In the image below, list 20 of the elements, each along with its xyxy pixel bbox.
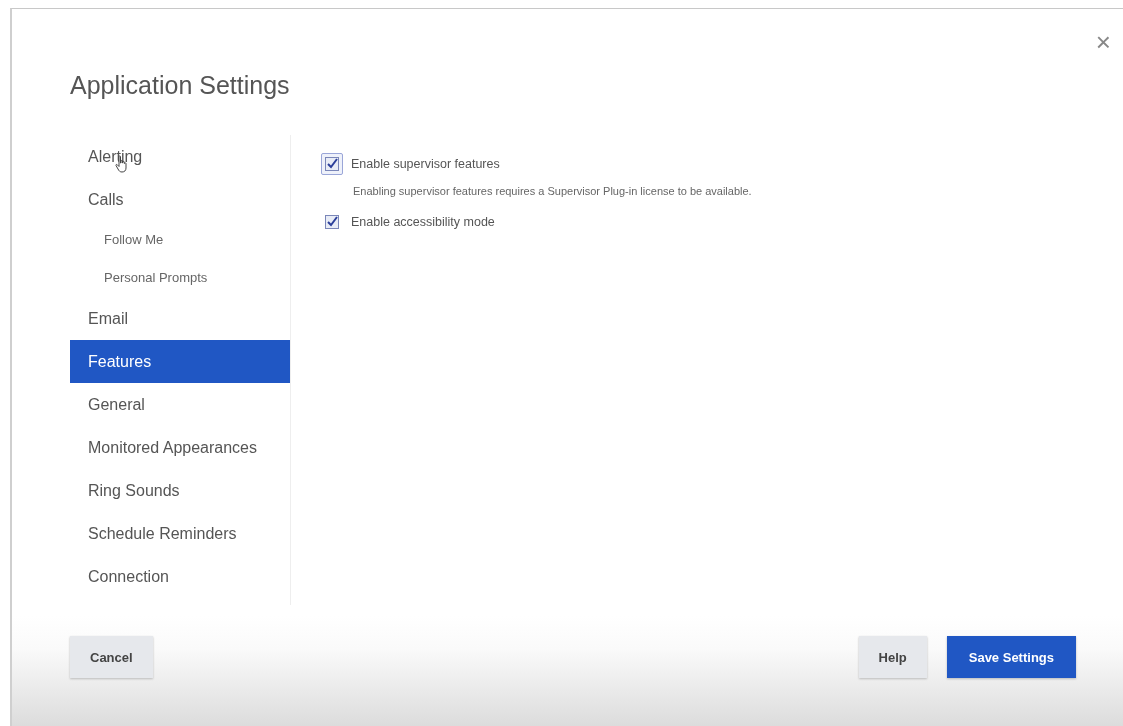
sidebar-subitem[interactable]: Personal Prompts <box>70 259 290 297</box>
sidebar-subitem[interactable]: Follow Me <box>70 221 290 259</box>
sidebar-item[interactable]: Schedule Reminders <box>70 512 290 555</box>
sidebar-item[interactable]: Ring Sounds <box>70 469 290 512</box>
sidebar-item[interactable]: Connection <box>70 555 290 598</box>
sidebar-item[interactable]: Features <box>70 340 290 383</box>
footer-button[interactable]: Help <box>858 636 927 678</box>
footer-button[interactable]: Cancel <box>70 636 153 678</box>
sidebar-item[interactable]: General <box>70 383 290 426</box>
sidebar-item[interactable]: Monitored Appearances <box>70 426 290 469</box>
checkbox-label: Enable accessibility mode <box>351 215 495 229</box>
sidebar-item[interactable]: Email <box>70 297 290 340</box>
close-button[interactable]: × <box>1091 29 1115 55</box>
help-text: Enabling supervisor features requires a Supervisor Plug-in license to be available. <box>353 185 753 197</box>
sidebar-item[interactable]: Alerting <box>70 135 290 178</box>
save-button[interactable]: Save Settings <box>946 636 1076 678</box>
checkbox[interactable] <box>321 153 343 175</box>
sidebar-item[interactable]: Calls <box>70 178 290 221</box>
checkbox-label: Enable supervisor features <box>351 157 500 171</box>
dialog-title: Application Settings <box>70 71 291 101</box>
